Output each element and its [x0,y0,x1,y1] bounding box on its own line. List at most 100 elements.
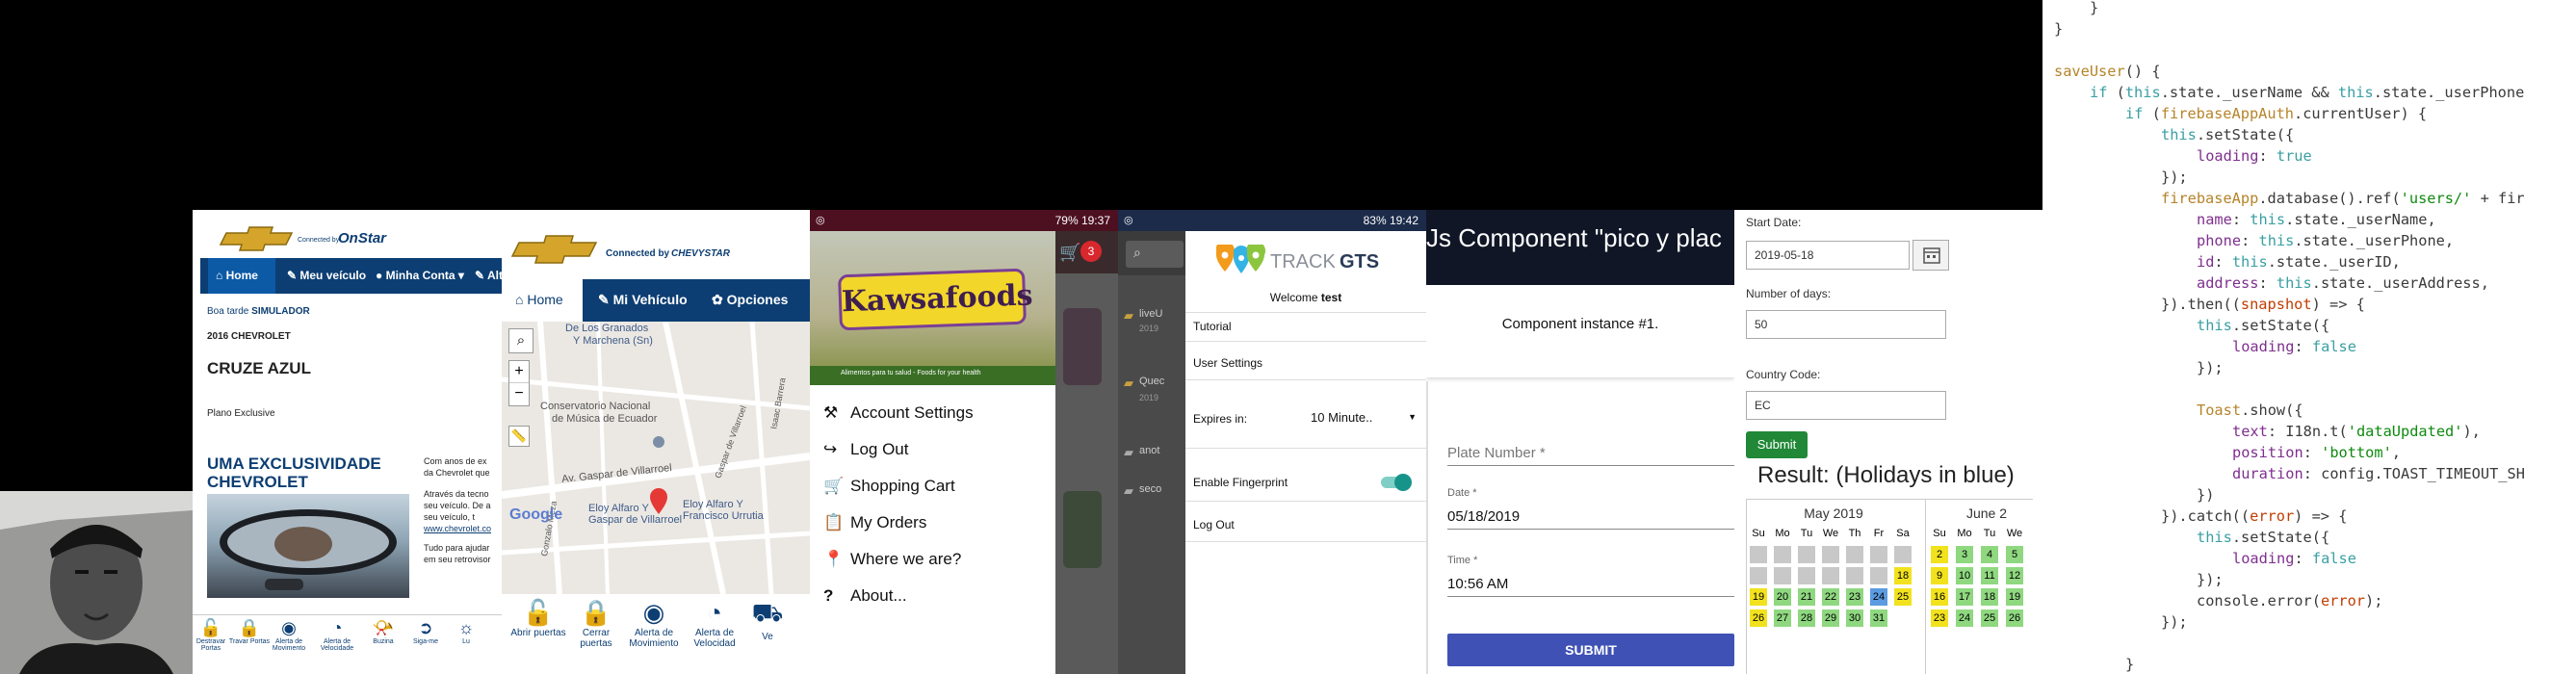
code-token: if [2125,105,2144,122]
user-icon: ● [376,269,386,282]
light-icon: ☼ [457,618,475,637]
code-token: }) [2197,486,2215,504]
menu-where-we-are[interactable]: 📍 Where we are? [823,543,1054,576]
submit-button[interactable]: Submit [1746,431,1808,458]
code-line: this.setState({ [2197,527,2329,548]
code-token: ), [2462,423,2481,440]
question-icon: ? [823,586,834,605]
menu-shopping-cart[interactable]: 🛒 Shopping Cart [823,470,1054,503]
close-doors-button[interactable]: 🔒 Cerrar puertas [569,598,623,649]
ruler-button[interactable]: 📏 [508,426,530,447]
country-input[interactable]: EC [1746,391,1946,420]
code-token: this [2231,253,2268,271]
weekday-header: We [1822,528,1839,539]
code-token: .show({ [2241,402,2303,419]
dropdown-arrow-icon: ▼ [1408,412,1417,422]
holiday-day-cell: 24 [1870,588,1887,606]
chevrolet-link[interactable]: www.chevrolet.co [424,524,491,533]
code-line: } [2054,18,2063,39]
code-token: ); [2365,592,2383,609]
nav-alerts[interactable]: ✎ Alte [475,269,502,282]
calendar-day-cell: 19 [2006,588,2023,606]
open-doors-button[interactable]: 🔓 Abrir puertas [509,598,567,638]
code-token: false [2311,550,2356,567]
nav-opciones[interactable]: ✿ Opciones [712,292,788,308]
zoom-out-button[interactable]: − [509,383,529,405]
motion-alert-button[interactable]: ◉ Alerta de Movimiento [625,598,683,649]
menu-account-settings[interactable]: ⚒ Account Settings [823,397,1054,429]
nav-home[interactable]: ⌂ Home [515,292,563,307]
chevrolet-chevystar-logo: Connected by CHEVYSTAR [511,231,762,270]
code-token: loading [2197,147,2259,165]
map-view[interactable]: De Los Granados Y Marchena (Sn) Conserva… [502,322,810,594]
days-input[interactable]: 50 [1746,310,1946,339]
code-token: : [2258,274,2277,292]
brand-big-text: OnStar [338,230,387,246]
code-line: } [2125,654,2134,674]
drawer-header-image: Kawsafoods Alimentos para tu salud - Foo… [810,231,1055,385]
code-line: phone: this.state._userPhone, [2197,230,2454,251]
zoom-in-button[interactable]: + [509,361,529,383]
horn-icon: 📯 [372,618,395,637]
search-icon[interactable]: ⌕ [1126,241,1184,268]
past-day-cell [1822,567,1839,584]
code-line: loading: false [2232,336,2356,357]
promo-title-1: UMA EXCLUSIVIDADE [207,454,381,473]
start-date-input[interactable]: 2019-05-18 [1746,241,1910,270]
code-editor[interactable]: }} saveUser() {if (this.state._userName &… [2043,0,2576,674]
unlock-doors-button[interactable]: 🔓 Destravar Portas [193,618,232,652]
plate-number-label: Plate Number * [1447,445,1546,461]
plate-number-field[interactable]: Plate Number * [1447,437,1734,466]
calendar-day-cell: 25 [1981,609,1998,627]
code-token: .state._userName && [2160,84,2338,101]
menu-log-out[interactable]: ↪ Log Out [823,433,1054,466]
rearview-mirror-image [207,494,409,598]
search-icon: ⌕ [516,332,526,349]
code-token: }); [2161,168,2188,186]
time-field[interactable]: 10:56 AM [1447,568,1734,597]
product-image [1063,308,1102,385]
code-token: firebaseApp [2161,190,2259,207]
vehicle-button[interactable]: ⛟ Ve [748,598,787,642]
follow-me-button[interactable]: ➲ Siga-me [404,618,447,645]
code-token: loading [2232,550,2295,567]
nav-home[interactable]: ⌂ Home [216,269,258,282]
calendar-button[interactable] [1912,240,1949,271]
calendar-day-cell: 26 [2006,609,2023,627]
lights-button[interactable]: ☼ Lu [445,618,487,645]
cart-icon[interactable]: 🛒 [1059,243,1080,263]
code-token: id [2197,253,2215,271]
lock-doors-button[interactable]: 🔒 Travar Portas [228,618,271,645]
calendar-day-cell: 2 [1931,546,1948,563]
expires-select[interactable]: 10 Minute.. ▼ [1311,410,1418,429]
chevrolet-onstar-logo: Connected by OnStar [217,223,409,254]
speed-alert-button[interactable]: ◔ Alerta de Velocidade [316,618,358,652]
top-nav: ⌂ Home ✎ Meu veículo ● Minha Conta ▾ ✎ A… [200,258,502,294]
lock-icon: 🔒 [580,598,612,627]
menu-log-out[interactable]: Log Out [1193,518,1235,531]
menu-tutorial[interactable]: Tutorial [1193,320,1232,333]
calendar-day-cell: 25 [1894,588,1912,606]
nav-meu-veiculo[interactable]: ✎ Meu veículo [287,269,366,282]
menu-about[interactable]: ? About... [823,580,1054,612]
nav-minha-conta[interactable]: ● Minha Conta ▾ [376,269,464,282]
menu-user-settings[interactable]: User Settings [1193,356,1262,370]
code-token: saveUser [2054,63,2125,80]
map-search-button[interactable]: ⌕ [508,328,533,353]
brand-big-text: CHEVYSTAR [671,248,731,259]
code-line: this.setState({ [2197,315,2329,336]
calendar-day-cell: 10 [1956,567,1973,584]
date-field[interactable]: 05/18/2019 [1447,501,1734,530]
code-line: }); [2197,569,2224,590]
code-token: : [2294,550,2312,567]
submit-button[interactable]: SUBMIT [1447,634,1734,666]
fingerprint-toggle[interactable] [1381,474,1412,491]
code-token: .state._userPhone [2373,84,2525,101]
horn-button[interactable]: 📯 Buzina [362,618,404,645]
past-day-cell [1846,567,1863,584]
google-logo: Google [509,506,563,523]
nav-mi-vehiculo[interactable]: ✎ Mi Vehículo [598,292,688,308]
motion-alert-button[interactable]: ◉ Alerta de Movimento [268,618,310,652]
speed-alert-button[interactable]: ◔ Alerta de Velocidad [685,598,744,649]
menu-my-orders[interactable]: 📋 My Orders [823,506,1054,539]
